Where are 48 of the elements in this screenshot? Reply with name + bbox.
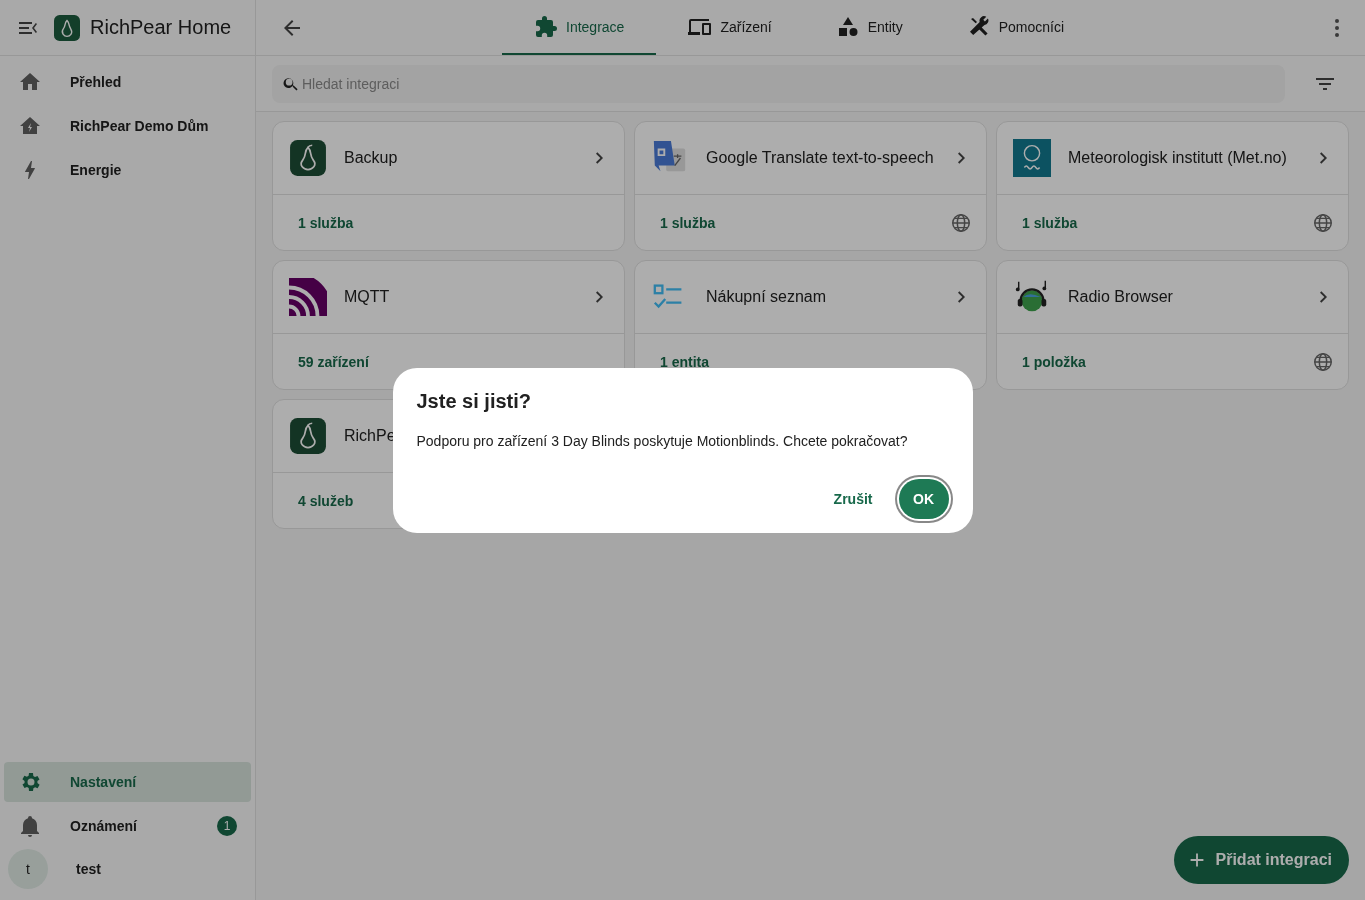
integration-card[interactable]: Meteorologisk institutt (Met.no) 1 služba (996, 121, 1349, 251)
add-integration-button[interactable]: Přidat integraci (1173, 836, 1349, 884)
integration-summary-link[interactable]: 59 zařízení (298, 353, 369, 370)
tab[interactable]: Entity (803, 0, 935, 55)
integration-card[interactable]: Google Translate text-to-speech 1 služba (634, 121, 987, 251)
user-avatar: t (8, 849, 48, 889)
bell-icon (18, 814, 42, 838)
integration-name: Google Translate text-to-speech (706, 149, 934, 167)
pear-logo-icon (289, 139, 327, 177)
app-title: RichPear Home (90, 16, 232, 39)
pear-logo-icon (289, 417, 327, 455)
integration-summary-link[interactable]: 4 služeb (298, 492, 354, 509)
signal-waves-logo-icon (289, 278, 327, 316)
chevron-right-icon (1320, 152, 1327, 164)
app-logo-icon (54, 14, 80, 41)
chevron-right-icon (1320, 291, 1327, 303)
integration-summary-link[interactable]: 1 služba (298, 214, 354, 231)
dialog-message: Podporu pro zařízení 3 Day Blinds poskytuje Motionblinds. Chcete pokračovat? (416, 432, 909, 449)
sidebar-item[interactable]: RichPear Demo Dům (4, 106, 251, 146)
integration-summary-link[interactable]: 1 služba (660, 214, 716, 231)
sidebar-item[interactable]: Nastavení (4, 762, 251, 802)
user-item[interactable]: t test (0, 848, 255, 890)
puzzle-icon (534, 14, 558, 39)
notification-badge: 1 (217, 816, 237, 836)
integration-name: Nákupní seznam (706, 288, 827, 306)
integration-name: Meteorologisk institutt (Met.no) (1068, 149, 1287, 167)
chevron-right-icon (958, 152, 965, 164)
integration-card[interactable]: Backup 1 služba (272, 121, 625, 251)
chevron-right-icon (958, 291, 965, 303)
integration-name: MQTT (344, 288, 390, 306)
tab[interactable]: Zařízení (656, 0, 804, 55)
dialog-title: Jste si jisti? (416, 389, 532, 413)
chevron-right-icon (596, 152, 603, 164)
integration-name: RichPe (344, 427, 396, 445)
sidebar-item[interactable]: Přehled (4, 62, 251, 102)
cancel-button[interactable]: Zrušit (825, 482, 881, 515)
tab[interactable]: Pomocníci (934, 0, 1097, 55)
integration-summary-link[interactable]: 1 služba (1022, 214, 1078, 231)
integration-card[interactable]: Radio Browser 1 položka (996, 260, 1349, 390)
chevron-right-icon (596, 291, 603, 303)
circle-wave-logo-icon (1013, 139, 1051, 177)
integration-name: Backup (344, 149, 398, 167)
search-field[interactable]: Hledat integraci (272, 64, 1285, 103)
sidebar-item[interactable]: Energie (4, 150, 251, 190)
integration-summary-link[interactable]: 1 entita (660, 353, 709, 370)
sidebar-item[interactable]: Oznámení 1 (4, 806, 251, 846)
integration-name: Radio Browser (1068, 288, 1173, 306)
integration-summary-link[interactable]: 1 položka (1022, 353, 1086, 370)
